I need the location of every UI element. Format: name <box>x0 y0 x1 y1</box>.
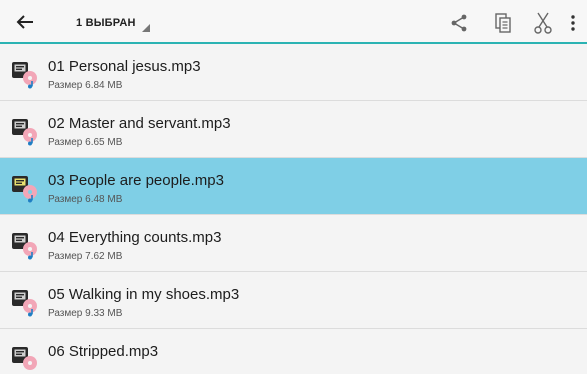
action-bar: 1 ВЫБРАН <box>0 0 587 44</box>
selection-dropdown[interactable]: 1 ВЫБРАН <box>76 13 150 33</box>
file-size: Размер 6.84 MB <box>48 80 123 91</box>
music-file-icon <box>12 347 37 370</box>
cut-button[interactable] <box>530 10 556 36</box>
more-vert-icon <box>571 15 575 31</box>
music-file-icon <box>12 233 37 260</box>
music-file-icon <box>12 62 37 89</box>
file-name: 01 Personal jesus.mp3 <box>48 58 201 75</box>
dropdown-corner-icon <box>141 24 150 32</box>
selection-count-label: 1 ВЫБРАН <box>76 17 136 29</box>
music-file-icon <box>12 119 37 146</box>
share-icon <box>451 14 467 32</box>
share-button[interactable] <box>446 10 472 36</box>
file-list: 01 Personal jesus.mp3 Размер 6.84 MB 02 … <box>0 44 587 370</box>
file-name: 06 Stripped.mp3 <box>48 343 159 360</box>
music-file-icon <box>12 290 37 317</box>
file-row[interactable]: 05 Walking in my shoes.mp3 Размер 9.33 M… <box>0 272 587 329</box>
copy-button[interactable] <box>490 10 516 36</box>
file-row[interactable]: 01 Personal jesus.mp3 Размер 6.84 MB <box>0 44 587 101</box>
file-row[interactable]: 06 Stripped.mp3 <box>0 329 587 370</box>
more-options-button[interactable] <box>564 10 582 36</box>
copy-icon <box>495 13 511 33</box>
back-button[interactable] <box>13 10 37 34</box>
file-row[interactable]: 04 Everything counts.mp3 Размер 7.62 MB <box>0 215 587 272</box>
back-arrow-icon <box>16 15 33 29</box>
file-size: Размер 7.62 MB <box>48 251 123 262</box>
file-size: Размер 6.48 MB <box>48 194 123 205</box>
music-file-icon <box>12 176 37 203</box>
file-name: 02 Master and servant.mp3 <box>48 115 231 132</box>
file-name: 05 Walking in my shoes.mp3 <box>48 286 240 303</box>
file-size: Размер 9.33 MB <box>48 308 123 319</box>
file-size: Размер 6.65 MB <box>48 137 123 148</box>
file-name: 04 Everything counts.mp3 <box>48 229 222 246</box>
cut-icon <box>534 12 552 34</box>
file-row[interactable]: 02 Master and servant.mp3 Размер 6.65 MB <box>0 101 587 158</box>
file-row-selected[interactable]: 03 People are people.mp3 Размер 6.48 MB <box>0 158 587 215</box>
file-name: 03 People are people.mp3 <box>48 172 224 189</box>
